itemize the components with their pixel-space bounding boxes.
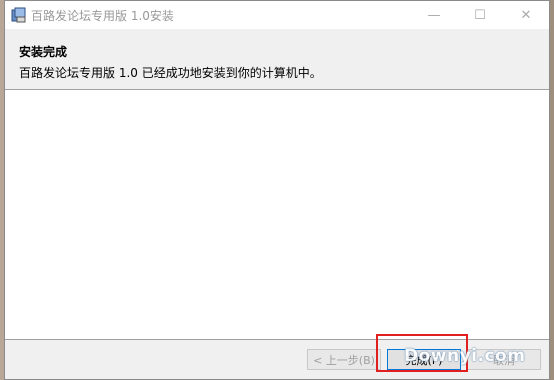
watermark: Downyi.com xyxy=(404,346,526,366)
page-title: 安装完成 xyxy=(19,45,68,59)
minimize-button[interactable]: — xyxy=(411,1,457,29)
title-bar[interactable]: 百路发论坛专用版 1.0安装 — ☐ ✕ xyxy=(5,1,549,29)
maximize-icon: ☐ xyxy=(474,7,486,23)
page-description: 百路发论坛专用版 1.0 已经成功地安装到你的计算机中。 xyxy=(19,66,322,80)
installer-window: 百路发论坛专用版 1.0安装 — ☐ ✕ 安装完成 百路发论坛专用版 1.0 已… xyxy=(4,0,550,380)
content-area xyxy=(5,91,549,339)
installer-icon xyxy=(11,7,27,23)
minimize-icon: — xyxy=(427,7,441,23)
background-right xyxy=(550,0,554,380)
header-panel: 安装完成 百路发论坛专用版 1.0 已经成功地安装到你的计算机中。 xyxy=(5,29,549,90)
close-icon: ✕ xyxy=(520,7,532,23)
close-button[interactable]: ✕ xyxy=(503,1,549,29)
maximize-button[interactable]: ☐ xyxy=(457,1,503,29)
window-title: 百路发论坛专用版 1.0安装 xyxy=(31,9,174,23)
back-button[interactable]: < 上一步(B) xyxy=(307,349,381,370)
